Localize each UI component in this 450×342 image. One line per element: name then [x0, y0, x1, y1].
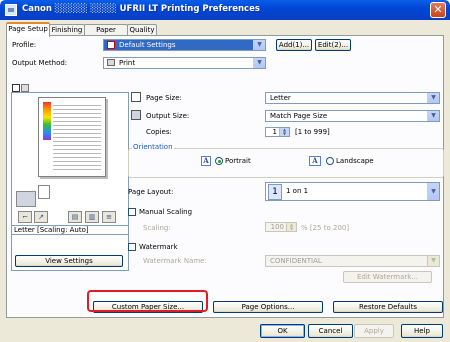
- window-title: Canon ░░░░░ ░░░░ UFRII LT Printing Prefe…: [22, 4, 260, 14]
- ok-button[interactable]: OK: [260, 324, 305, 338]
- chevron-down-icon: ▼: [427, 183, 439, 200]
- portrait-label[interactable]: Portrait: [225, 157, 251, 165]
- scaling-range: % [25 to 200]: [301, 224, 350, 232]
- finishing-stack-icon: ▥: [85, 211, 99, 223]
- finishing-fold-icon: ↗: [34, 211, 48, 223]
- scaling-spinner[interactable]: 100 ▲ ▼: [265, 222, 297, 232]
- finishing-book-icon: ▤: [68, 211, 82, 223]
- page-layout-value: 1 on 1: [286, 187, 309, 195]
- preview-caption: Letter [Scaling: Auto]: [11, 225, 129, 235]
- printer-icon: [107, 59, 115, 66]
- watermark-name-value: CONFIDENTIAL: [270, 257, 322, 265]
- scaling-value: 100: [270, 223, 284, 231]
- watermark-checkbox[interactable]: [128, 243, 136, 251]
- manual-scaling-label[interactable]: Manual Scaling: [139, 208, 192, 216]
- profile-icon: [107, 41, 115, 49]
- preview-layout-icon[interactable]: [12, 84, 20, 92]
- copies-range: [1 to 999]: [295, 128, 330, 136]
- chevron-down-icon: ▼: [253, 40, 265, 50]
- landscape-icon: A: [309, 156, 321, 166]
- watermark-label[interactable]: Watermark: [139, 243, 178, 251]
- profile-label: Profile:: [12, 41, 37, 49]
- finishing-staple-icon: ⌐: [18, 211, 32, 223]
- chevron-down-icon: ▼: [253, 58, 265, 68]
- copies-value: 1: [272, 128, 277, 136]
- profile-add-button[interactable]: Add(1)...: [276, 39, 312, 51]
- profile-value: Default Settings: [119, 41, 176, 49]
- page-layout-icon: 1: [268, 184, 282, 200]
- watermark-name-label: Watermark Name:: [143, 257, 207, 265]
- printer-app-icon: [5, 4, 17, 16]
- profile-edit-button[interactable]: Edit(2)...: [315, 39, 351, 51]
- portrait-radio[interactable]: [215, 157, 223, 165]
- preview-text-lines: [53, 102, 101, 172]
- portrait-icon: A: [201, 156, 211, 166]
- page-size-select[interactable]: Letter ▼: [265, 92, 440, 104]
- chevron-down-icon: ▼: [427, 111, 439, 121]
- chevron-down-icon: ▼: [427, 93, 439, 103]
- help-button[interactable]: Help: [401, 324, 443, 338]
- close-button[interactable]: ✕: [430, 2, 446, 18]
- watermark-name-select[interactable]: CONFIDENTIAL ▼: [265, 255, 440, 267]
- output-size-icon: [131, 110, 141, 120]
- page-options-button[interactable]: Page Options...: [213, 301, 323, 313]
- orientation-label: Orientation: [132, 143, 174, 151]
- copies-label: Copies:: [146, 128, 172, 136]
- finishing-output-icon: ≡: [102, 211, 116, 223]
- page-size-icon: [131, 92, 141, 102]
- output-size-label: Output Size:: [146, 112, 190, 120]
- page-size-value: Letter: [270, 94, 291, 102]
- output-size-value: Match Page Size: [270, 112, 328, 120]
- page-preview: ⌐ ↗ ▤ ▥ ≡: [11, 92, 129, 271]
- tab-page-setup[interactable]: Page Setup: [6, 22, 50, 37]
- profile-select[interactable]: Default Settings ▼: [103, 39, 266, 51]
- view-settings-button[interactable]: View Settings: [15, 255, 123, 267]
- spinner-arrows-icon[interactable]: ▲ ▼: [279, 128, 289, 136]
- preview-printer-icon[interactable]: [21, 84, 29, 92]
- apply-button[interactable]: Apply: [354, 324, 394, 338]
- output-method-label: Output Method:: [12, 59, 68, 67]
- preview-image-strip: [43, 102, 51, 140]
- preview-page: [38, 97, 106, 177]
- landscape-label[interactable]: Landscape: [336, 157, 374, 165]
- restore-defaults-button[interactable]: Restore Defaults: [333, 301, 443, 313]
- manual-scaling-checkbox[interactable]: [128, 208, 136, 216]
- output-method-select[interactable]: Print ▼: [103, 57, 266, 69]
- landscape-radio[interactable]: [326, 157, 334, 165]
- spinner-arrows-icon[interactable]: ▲ ▼: [286, 223, 296, 231]
- printing-preferences-dialog: Canon ░░░░░ ░░░░ UFRII LT Printing Prefe…: [0, 0, 450, 342]
- orientation-group: [128, 148, 444, 178]
- cancel-button[interactable]: Cancel: [308, 324, 353, 338]
- chevron-down-icon: ▼: [427, 256, 439, 266]
- custom-paper-size-highlight: [87, 290, 208, 312]
- printer-body-icon: [16, 191, 36, 207]
- paper-stack-icon: [38, 185, 50, 199]
- page-setup-panel: Profile: Default Settings ▼ Add(1)... Ed…: [6, 35, 444, 318]
- output-method-value: Print: [119, 59, 136, 67]
- page-size-label: Page Size:: [146, 94, 182, 102]
- copies-spinner[interactable]: 1 ▲ ▼: [265, 127, 290, 137]
- title-bar: Canon ░░░░░ ░░░░ UFRII LT Printing Prefe…: [0, 0, 450, 20]
- edit-watermark-button[interactable]: Edit Watermark...: [343, 271, 432, 283]
- page-layout-label: Page Layout:: [128, 188, 174, 196]
- scaling-label: Scaling:: [143, 224, 171, 232]
- output-size-select[interactable]: Match Page Size ▼: [265, 110, 440, 122]
- page-layout-select[interactable]: 1 1 on 1 ▼: [265, 182, 440, 201]
